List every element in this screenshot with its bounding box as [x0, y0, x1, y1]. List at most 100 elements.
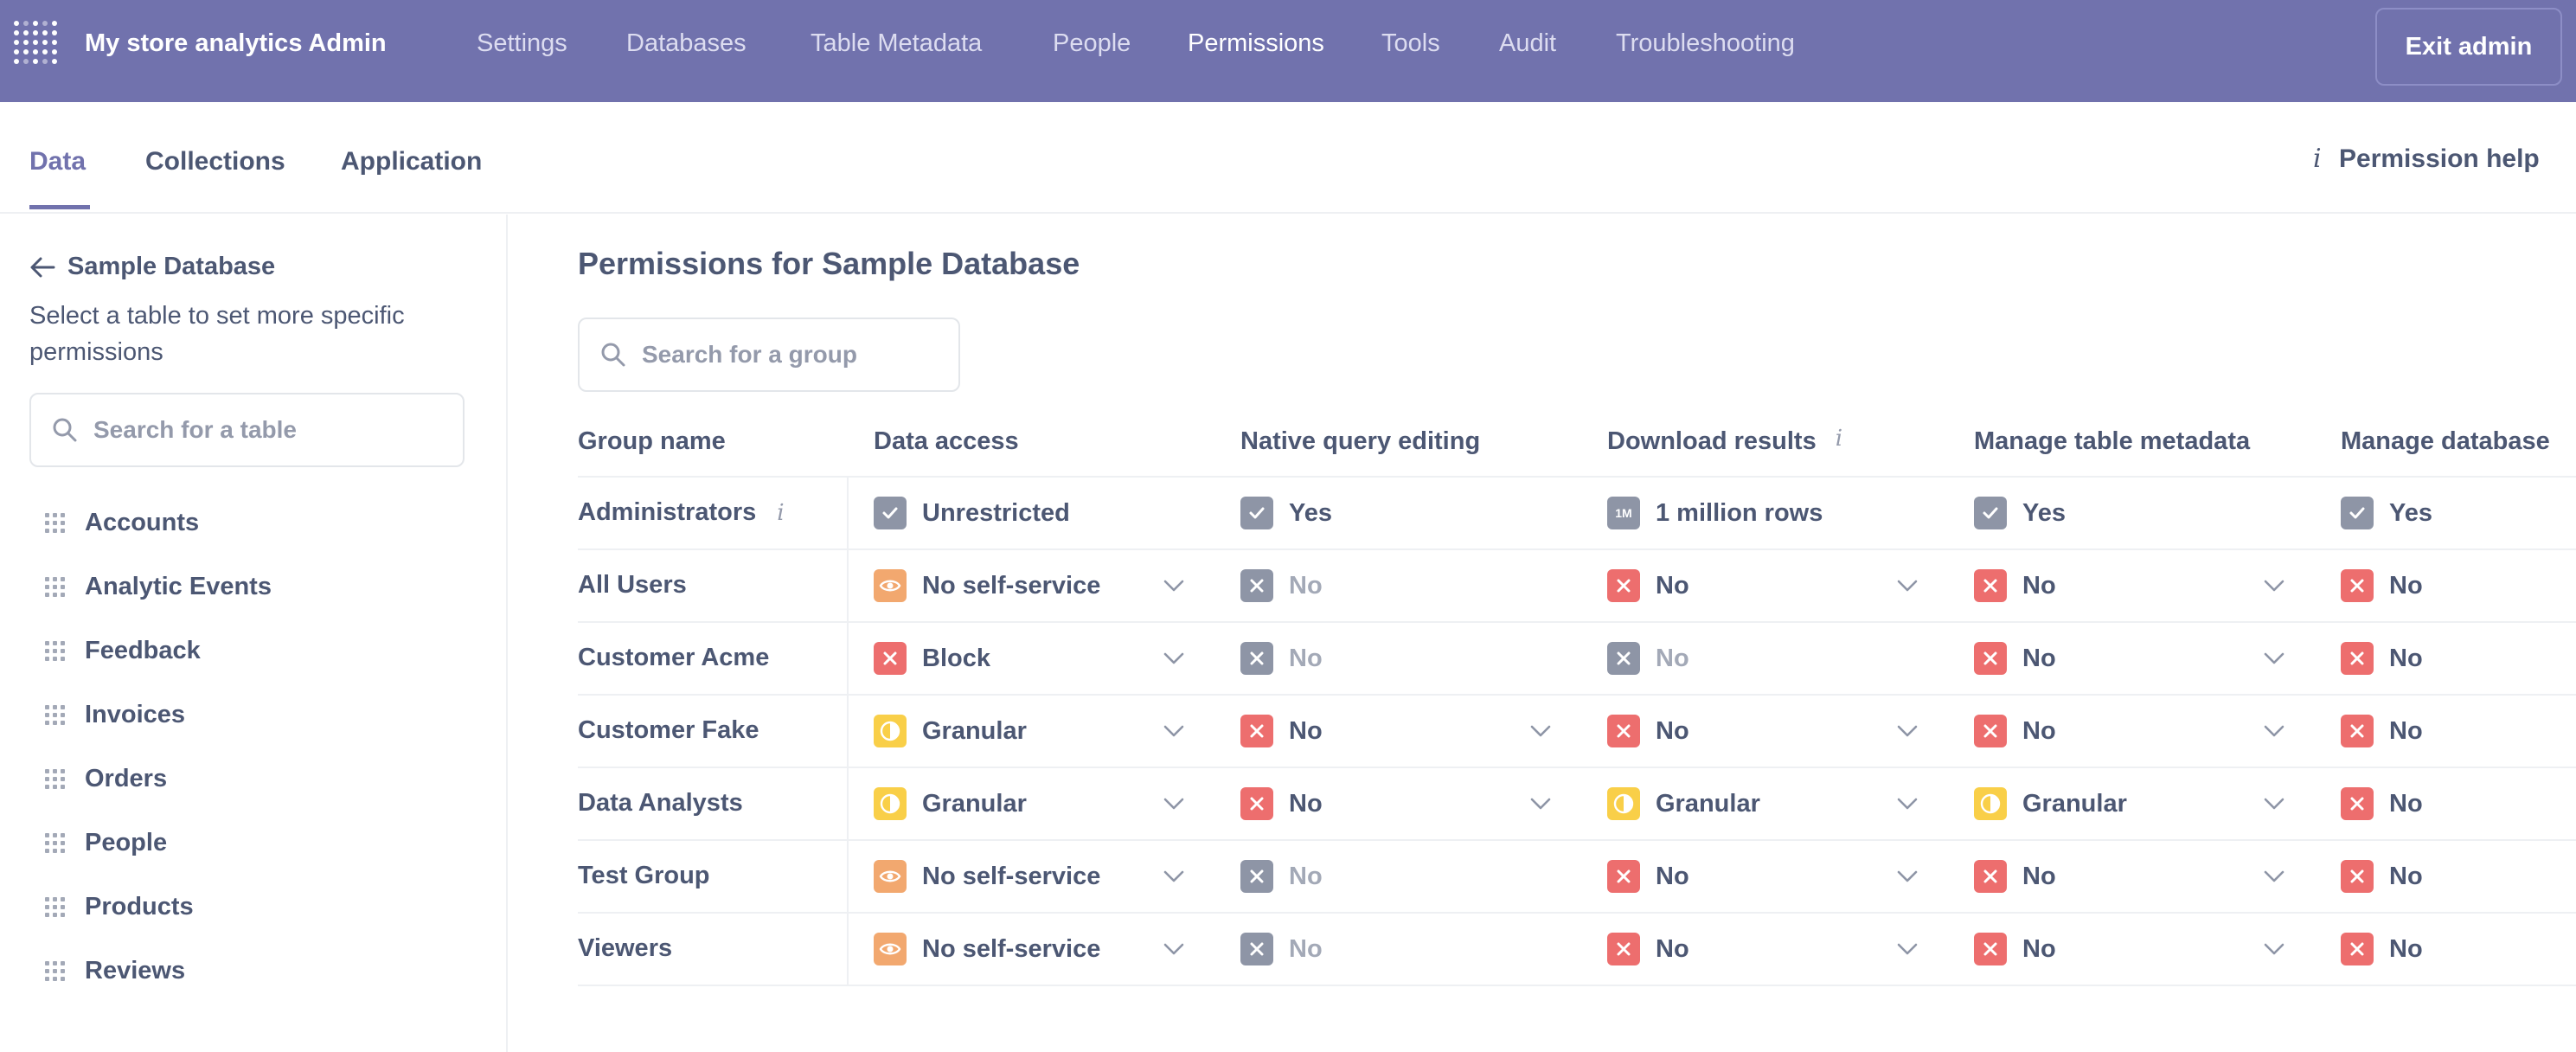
- permission-cell[interactable]: Granular: [874, 787, 1027, 820]
- nav-troubleshooting[interactable]: Troubleshooting: [1616, 29, 1795, 58]
- eye-icon: [874, 860, 907, 893]
- permission-cell: Unrestricted: [874, 497, 1070, 529]
- permission-value: No: [2389, 644, 2423, 672]
- back-to-database-link[interactable]: Sample Database: [29, 253, 275, 281]
- permission-value: No self-service: [922, 571, 1101, 600]
- permission-cell[interactable]: No: [1240, 715, 1323, 747]
- chevron-down-icon[interactable]: [1896, 942, 1919, 960]
- chevron-down-icon[interactable]: [1529, 797, 1552, 815]
- permission-cell[interactable]: Granular: [874, 715, 1027, 747]
- exit-admin-button[interactable]: Exit admin: [2375, 8, 2562, 86]
- permission-cell[interactable]: No: [1974, 860, 2056, 893]
- logo-dot: [33, 49, 38, 55]
- permission-cell[interactable]: No: [1974, 569, 2056, 602]
- table-search-input[interactable]: [93, 416, 463, 444]
- permission-cell[interactable]: No: [1607, 715, 1689, 747]
- chevron-down-icon[interactable]: [1896, 869, 1919, 888]
- partial-circle-icon: [874, 787, 907, 820]
- permission-value: 1 million rows: [1656, 498, 1823, 527]
- close-icon: [1240, 860, 1273, 893]
- permission-cell[interactable]: Granular: [1607, 787, 1760, 820]
- logo-dot: [14, 21, 19, 26]
- table-grid-icon: [45, 640, 66, 662]
- permission-cell[interactable]: No: [1240, 787, 1323, 820]
- permission-cell[interactable]: No: [1607, 860, 1689, 893]
- logo-dot: [42, 59, 48, 64]
- sidebar-table-item[interactable]: Feedback: [45, 637, 201, 665]
- permission-cell[interactable]: Granular: [1974, 787, 2127, 820]
- permission-value: No: [2022, 644, 2056, 672]
- tab-collections[interactable]: Collections: [145, 147, 285, 176]
- permission-cell[interactable]: No self-service: [874, 569, 1100, 602]
- chevron-down-icon[interactable]: [2263, 651, 2285, 670]
- sidebar-table-item[interactable]: Reviews: [45, 957, 185, 985]
- chevron-down-icon[interactable]: [1896, 797, 1919, 815]
- chevron-down-icon[interactable]: [1163, 651, 1185, 670]
- group-name-label: Viewers: [578, 934, 673, 962]
- chevron-down-icon[interactable]: [2263, 942, 2285, 960]
- permission-cell[interactable]: No self-service: [874, 933, 1100, 965]
- nav-audit[interactable]: Audit: [1499, 29, 1556, 58]
- nav-tools[interactable]: Tools: [1381, 29, 1440, 58]
- column-divider: [847, 478, 849, 986]
- permission-cell: No: [2341, 787, 2423, 820]
- tab-application[interactable]: Application: [341, 147, 482, 176]
- chevron-down-icon[interactable]: [1163, 942, 1185, 960]
- table-grid-icon: [45, 896, 66, 918]
- info-icon[interactable]: i: [777, 500, 784, 526]
- sidebar-table-item[interactable]: People: [45, 829, 167, 857]
- permission-cell[interactable]: No: [1974, 715, 2056, 747]
- chevron-down-icon[interactable]: [1896, 724, 1919, 742]
- sidebar-table-item[interactable]: Products: [45, 893, 194, 921]
- nav-settings[interactable]: Settings: [477, 29, 567, 58]
- chevron-down-icon[interactable]: [2263, 579, 2285, 597]
- chevron-down-icon[interactable]: [1163, 797, 1185, 815]
- permission-cell[interactable]: Block: [874, 642, 990, 675]
- nav-databases[interactable]: Databases: [626, 29, 747, 58]
- column-header: Native query editing: [1240, 427, 1480, 456]
- permission-cell: No: [2341, 715, 2423, 747]
- group-search-input[interactable]: [642, 341, 958, 369]
- permission-value: Granular: [1656, 789, 1760, 818]
- permission-help-link[interactable]: i Permission help: [2313, 144, 2540, 174]
- table-search-box: [29, 393, 465, 467]
- column-header: Data access: [874, 427, 1019, 456]
- permission-cell[interactable]: No self-service: [874, 860, 1100, 893]
- chevron-down-icon[interactable]: [1896, 579, 1919, 597]
- nav-table-metadata[interactable]: Table Metadata: [811, 29, 982, 58]
- logo-dot: [14, 40, 19, 45]
- chevron-down-icon[interactable]: [1163, 724, 1185, 742]
- chevron-down-icon[interactable]: [1163, 869, 1185, 888]
- chevron-down-icon[interactable]: [2263, 724, 2285, 742]
- row-divider: [578, 694, 2576, 696]
- chevron-down-icon[interactable]: [2263, 797, 2285, 815]
- permission-value: No: [1289, 862, 1323, 890]
- permission-cell[interactable]: No: [1607, 569, 1689, 602]
- row-divider: [578, 621, 2576, 623]
- sidebar-table-item[interactable]: Analytic Events: [45, 573, 272, 601]
- chevron-down-icon[interactable]: [1163, 579, 1185, 597]
- permission-cell[interactable]: No: [1974, 642, 2056, 675]
- table-grid-icon: [45, 832, 66, 854]
- metabase-logo-icon[interactable]: [14, 21, 61, 67]
- sidebar-table-item[interactable]: Accounts: [45, 509, 199, 537]
- column-header: Group name: [578, 427, 726, 456]
- chevron-down-icon[interactable]: [1529, 724, 1552, 742]
- sidebar-table-item[interactable]: Invoices: [45, 701, 185, 729]
- table-grid-icon: [45, 512, 66, 534]
- permission-cell[interactable]: No: [1974, 933, 2056, 965]
- logo-dot: [14, 59, 19, 64]
- logo-dot: [14, 49, 19, 55]
- permission-cell[interactable]: No: [1607, 933, 1689, 965]
- close-icon: [2341, 787, 2374, 820]
- arrow-left-icon: [30, 257, 55, 277]
- nav-people[interactable]: People: [1053, 29, 1131, 58]
- info-icon[interactable]: i: [1836, 426, 1842, 452]
- permission-cell: No: [2341, 860, 2423, 893]
- tab-data[interactable]: Data: [29, 147, 86, 176]
- chevron-down-icon[interactable]: [2263, 869, 2285, 888]
- database-name: Sample Database: [67, 253, 276, 280]
- eye-icon: [874, 569, 907, 602]
- sidebar-table-item[interactable]: Orders: [45, 765, 167, 793]
- nav-permissions[interactable]: Permissions: [1188, 29, 1324, 58]
